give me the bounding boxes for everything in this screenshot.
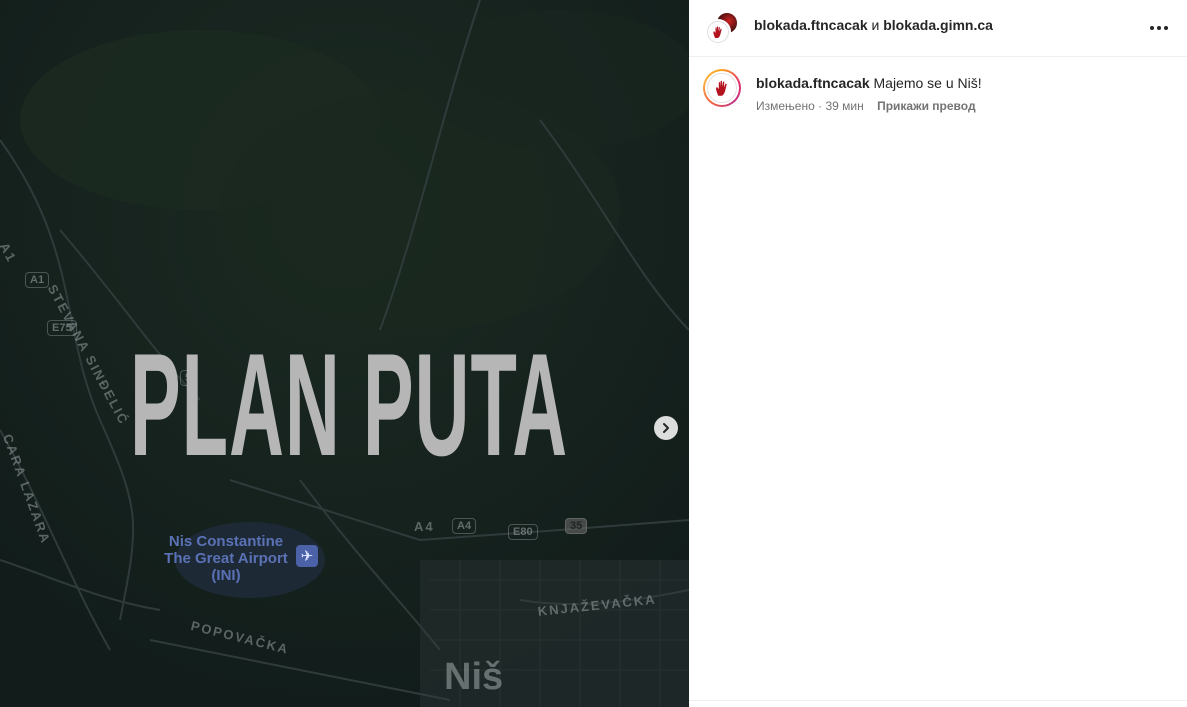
post-time[interactable]: 39 мин — [825, 99, 863, 113]
caption-meta: Измењено · 39 мин Прикажи превод — [756, 99, 976, 113]
road-shield-a4: A4 — [452, 518, 477, 534]
more-options-button[interactable] — [1147, 16, 1171, 40]
caption: blokada.ftncacak Majemo se u Niš! — [756, 75, 982, 91]
caption-avatar[interactable] — [703, 69, 741, 107]
city-label: Niš — [444, 656, 504, 698]
caption-username[interactable]: blokada.ftncacak — [756, 75, 870, 91]
show-translation-button[interactable]: Прикажи превод — [877, 99, 976, 113]
red-hand-icon — [716, 80, 727, 96]
airplane-icon: ✈ — [296, 545, 318, 567]
road-shield-e80: E80 — [508, 524, 538, 540]
road-shield-a1: A1 — [25, 272, 50, 288]
chevron-right-icon — [663, 423, 669, 433]
collab-avatars[interactable] — [705, 11, 741, 47]
caption-body: Majemo se u Niš! — [873, 75, 982, 91]
road-shield-e75: E75 — [47, 320, 77, 336]
post-side-panel: blokada.ftncacak и blokada.gimn.ca bloka… — [689, 0, 1187, 707]
red-hand-icon — [713, 26, 722, 38]
airport-label: Nis Constantine The Great Airport (INI) — [164, 533, 288, 584]
next-slide-button[interactable] — [654, 416, 678, 440]
post-authors: blokada.ftncacak и blokada.gimn.ca — [754, 17, 993, 33]
more-horizontal-icon — [1150, 26, 1168, 30]
author-link-2[interactable]: blokada.gimn.ca — [883, 17, 993, 33]
post-header: blokada.ftncacak и blokada.gimn.ca — [689, 0, 1187, 57]
map-label-a4: A4 — [414, 519, 435, 534]
avatar-primary — [705, 19, 731, 45]
edited-label: Измењено — [756, 99, 815, 113]
side-divider — [689, 700, 1187, 701]
meta-separator: · — [818, 99, 823, 113]
post-media: STEVANA SINĐELIĆ CARA LAZARA POPOVAČKA K… — [0, 0, 689, 707]
author-conjunction: и — [871, 17, 880, 33]
road-shield-35: 35 — [565, 518, 588, 534]
author-link-1[interactable]: blokada.ftncacak — [754, 17, 868, 33]
post-headline: PLAN PUTA — [130, 323, 569, 486]
